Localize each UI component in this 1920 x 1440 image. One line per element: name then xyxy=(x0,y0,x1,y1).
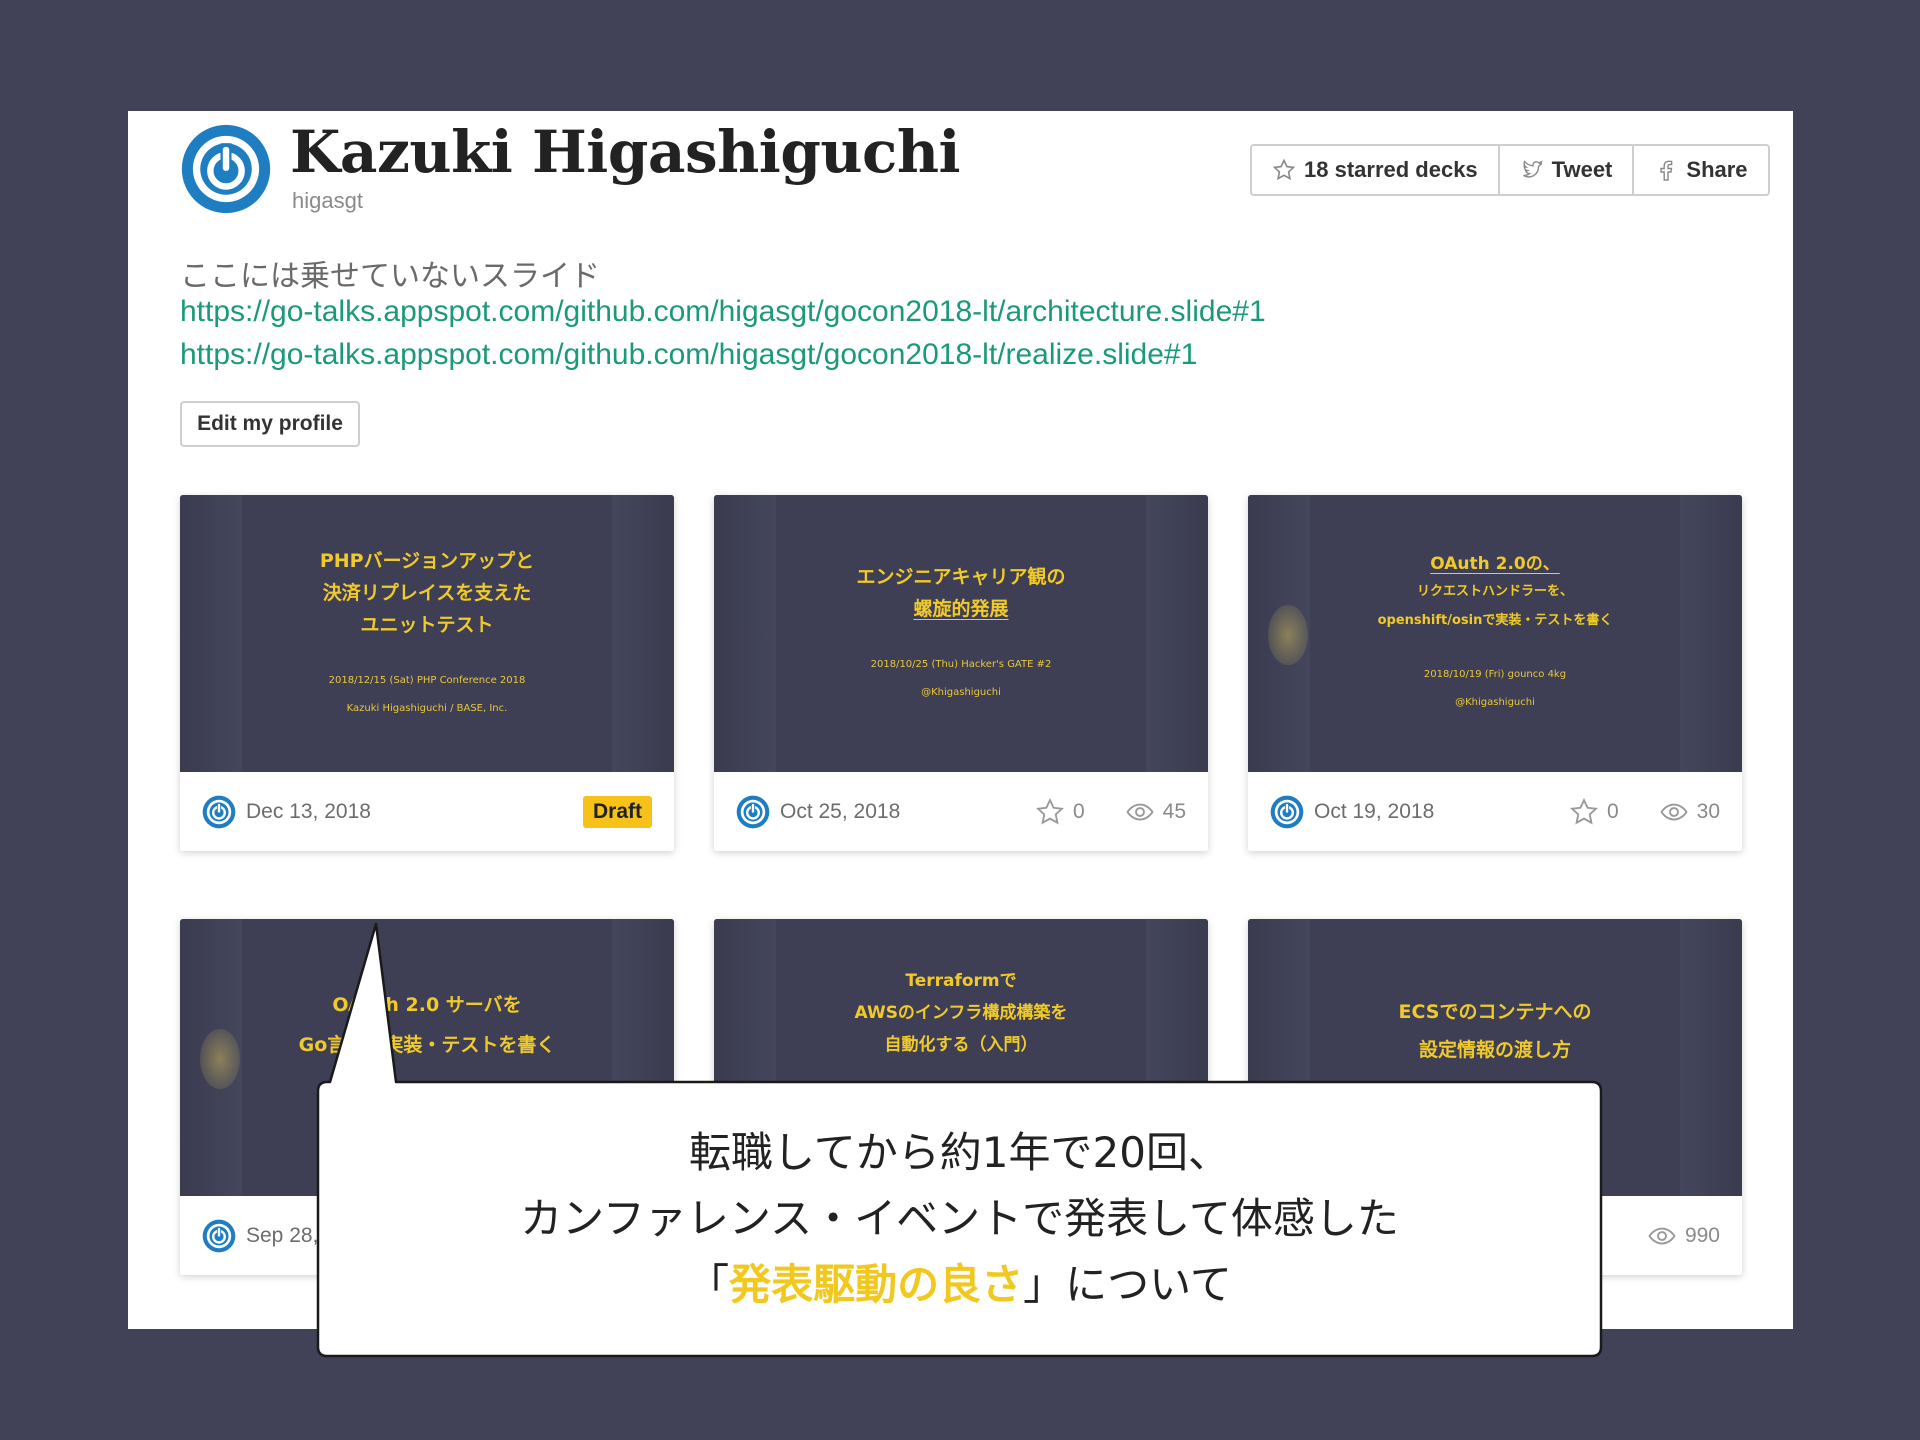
callout-text: 転職してから約1年で20回、 カンファレンス・イベントで発表して体感した 「発表… xyxy=(318,1085,1601,1353)
callout-line-2: カンファレンス・イベントで発表して体感した xyxy=(520,1194,1399,1243)
callout-highlight: 発表駆動の良さ xyxy=(729,1260,1024,1309)
callout-line-1: 転職してから約1年で20回、 xyxy=(689,1128,1230,1177)
callout-open-bracket: 「 xyxy=(687,1260,730,1309)
callout-close: 」について xyxy=(1023,1260,1232,1309)
callout-line-3: 「発表駆動の良さ」について xyxy=(687,1252,1232,1318)
